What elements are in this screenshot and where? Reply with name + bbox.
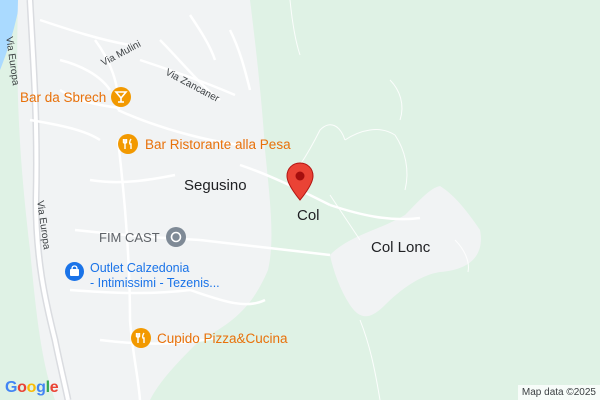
shopping-bag-icon[interactable]	[65, 262, 84, 281]
restaurant-icon[interactable]	[131, 328, 151, 348]
place-label-col: Col	[297, 207, 320, 224]
place-label-segusino: Segusino	[184, 177, 247, 194]
poi-label-bar-ristorante[interactable]: Bar Ristorante alla Pesa	[145, 138, 291, 152]
poi-label-outlet-line2[interactable]: - Intimissimi - Tezenis...	[90, 276, 220, 290]
poi-label-cupido[interactable]: Cupido Pizza&Cucina	[157, 332, 288, 346]
business-icon[interactable]	[166, 227, 186, 247]
place-label-col-lonc: Col Lonc	[371, 239, 431, 256]
poi-label-outlet-line1[interactable]: Outlet Calzedonia	[90, 261, 189, 275]
location-pin-icon[interactable]	[286, 162, 314, 202]
bar-icon[interactable]	[111, 87, 131, 107]
map-canvas[interactable]: Via Europa Via Europa Via Mulini Via Zan…	[0, 0, 600, 400]
map-attribution[interactable]: Map data ©2025	[517, 385, 600, 400]
google-logo: Google	[5, 379, 59, 396]
poi-label-bar-da-sbrech[interactable]: Bar da Sbrech	[20, 91, 106, 105]
restaurant-icon[interactable]	[118, 134, 138, 154]
poi-label-fim-cast[interactable]: FIM CAST	[99, 231, 160, 244]
